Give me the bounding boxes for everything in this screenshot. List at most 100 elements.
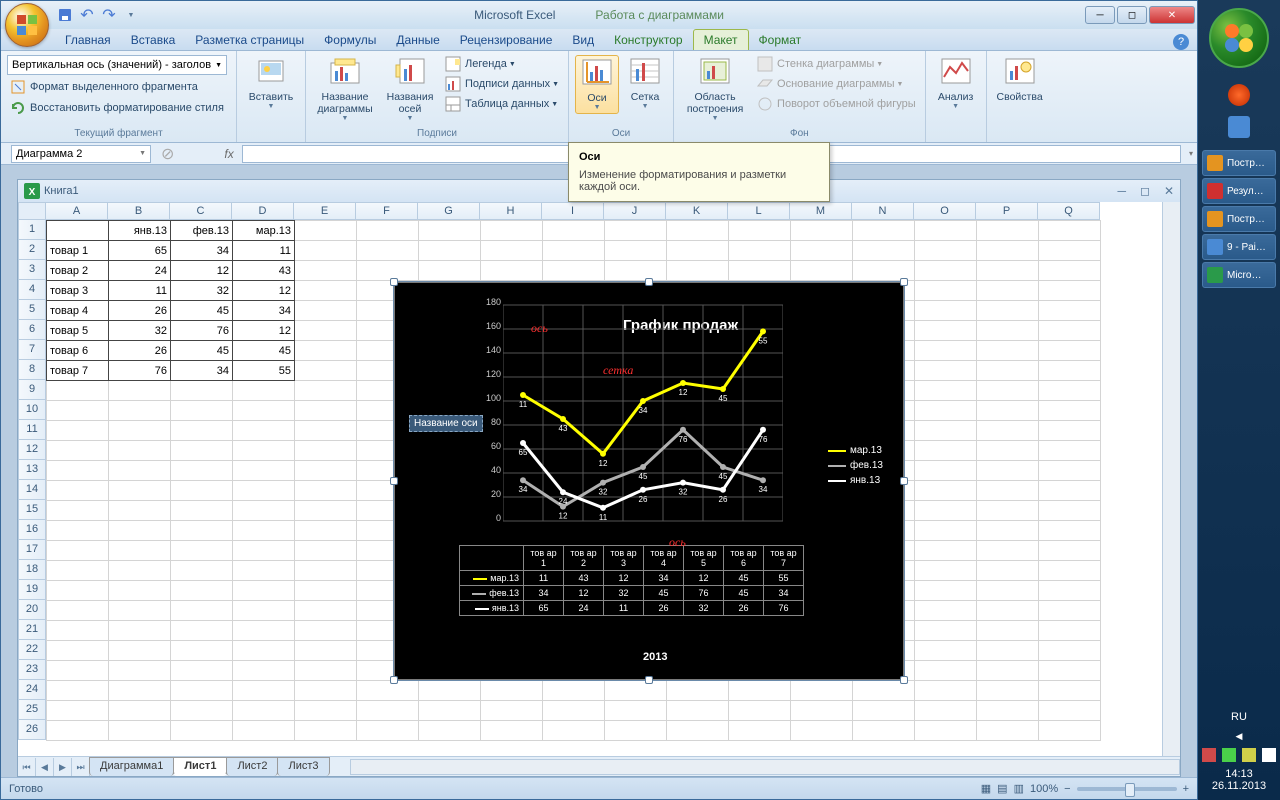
cell[interactable] xyxy=(233,541,295,561)
cell[interactable] xyxy=(605,701,667,721)
column-header[interactable]: G xyxy=(418,202,480,220)
cell[interactable]: 34 xyxy=(233,301,295,321)
cell[interactable] xyxy=(1039,221,1101,241)
cell[interactable] xyxy=(481,221,543,241)
legend-button[interactable]: Легенда ▼ xyxy=(442,55,562,73)
cell[interactable] xyxy=(233,621,295,641)
cell[interactable] xyxy=(543,721,605,741)
cell[interactable] xyxy=(295,401,357,421)
cell[interactable] xyxy=(171,441,233,461)
cell[interactable] xyxy=(47,381,109,401)
cell[interactable] xyxy=(171,621,233,641)
row-header[interactable]: 18 xyxy=(18,560,46,580)
plot-area[interactable]: 1143123412455534123245764534652411263226… xyxy=(503,301,783,541)
cell[interactable] xyxy=(47,701,109,721)
cell[interactable]: 12 xyxy=(171,261,233,281)
cell[interactable] xyxy=(171,681,233,701)
sheet-tab[interactable]: Диаграмма1 xyxy=(89,757,174,776)
cell[interactable] xyxy=(295,641,357,661)
cell[interactable]: товар 7 xyxy=(47,361,109,381)
cell[interactable] xyxy=(481,241,543,261)
tray-icon[interactable] xyxy=(1262,748,1276,762)
column-header[interactable]: B xyxy=(108,202,170,220)
cell[interactable] xyxy=(1039,441,1101,461)
cell[interactable] xyxy=(667,241,729,261)
cell[interactable] xyxy=(109,501,171,521)
qat-dropdown-icon[interactable]: ▼ xyxy=(121,5,141,25)
cell[interactable] xyxy=(47,461,109,481)
cell[interactable] xyxy=(295,581,357,601)
cell[interactable] xyxy=(1039,401,1101,421)
cell[interactable] xyxy=(853,261,915,281)
cell[interactable] xyxy=(977,721,1039,741)
cell[interactable] xyxy=(1039,721,1101,741)
cell[interactable] xyxy=(47,221,109,241)
row-header[interactable]: 1 xyxy=(18,220,46,240)
cell[interactable] xyxy=(1039,701,1101,721)
cell[interactable] xyxy=(233,661,295,681)
cell[interactable] xyxy=(915,481,977,501)
cell[interactable]: 12 xyxy=(233,281,295,301)
cell[interactable] xyxy=(605,721,667,741)
redo-icon[interactable]: ↷ xyxy=(99,5,119,25)
cell[interactable] xyxy=(109,681,171,701)
cell[interactable] xyxy=(171,501,233,521)
row-header[interactable]: 4 xyxy=(18,280,46,300)
cell[interactable] xyxy=(1039,481,1101,501)
cell[interactable] xyxy=(233,701,295,721)
cell[interactable] xyxy=(667,261,729,281)
cell[interactable] xyxy=(915,381,977,401)
cell[interactable]: 11 xyxy=(233,241,295,261)
cell[interactable] xyxy=(915,701,977,721)
cell[interactable] xyxy=(233,721,295,741)
cell[interactable] xyxy=(233,441,295,461)
cell[interactable] xyxy=(977,581,1039,601)
cell[interactable] xyxy=(171,721,233,741)
cell[interactable] xyxy=(1039,681,1101,701)
select-all-corner[interactable] xyxy=(18,202,46,220)
cell[interactable] xyxy=(915,401,977,421)
cell[interactable] xyxy=(295,301,357,321)
cell[interactable]: 24 xyxy=(109,261,171,281)
column-header[interactable]: N xyxy=(852,202,914,220)
zoom-in-icon[interactable]: + xyxy=(1183,783,1189,795)
cell[interactable] xyxy=(233,481,295,501)
quick-launch[interactable] xyxy=(1202,80,1276,110)
cell[interactable]: товар 5 xyxy=(47,321,109,341)
cell[interactable] xyxy=(419,221,481,241)
reset-style-button[interactable]: Восстановить форматирование стиля xyxy=(7,99,230,117)
row-header[interactable]: 6 xyxy=(18,320,46,340)
cell[interactable] xyxy=(915,561,977,581)
cell[interactable] xyxy=(543,701,605,721)
cell[interactable]: янв.13 xyxy=(109,221,171,241)
cell[interactable] xyxy=(977,621,1039,641)
language-indicator[interactable]: RU xyxy=(1202,711,1276,723)
cell[interactable] xyxy=(171,481,233,501)
cell[interactable] xyxy=(295,721,357,741)
cell[interactable] xyxy=(47,621,109,641)
cell[interactable] xyxy=(729,681,791,701)
format-selection-button[interactable]: Формат выделенного фрагмента xyxy=(7,78,230,96)
close-button[interactable]: ✕ xyxy=(1149,6,1195,24)
cell[interactable] xyxy=(915,721,977,741)
sheet-tab[interactable]: Лист3 xyxy=(277,757,329,776)
row-header[interactable]: 7 xyxy=(18,340,46,360)
column-header[interactable]: J xyxy=(604,202,666,220)
horizontal-scrollbar[interactable] xyxy=(350,759,1181,775)
column-header[interactable]: A xyxy=(46,202,108,220)
cell[interactable] xyxy=(1039,641,1101,661)
chart-element-selector[interactable]: Вертикальная ось (значений) - заголов▼ xyxy=(7,55,227,75)
cell[interactable] xyxy=(853,221,915,241)
cell[interactable] xyxy=(419,701,481,721)
row-header[interactable]: 16 xyxy=(18,520,46,540)
cell[interactable] xyxy=(853,241,915,261)
cell[interactable]: товар 3 xyxy=(47,281,109,301)
cell[interactable] xyxy=(729,261,791,281)
column-header[interactable]: F xyxy=(356,202,418,220)
sheet-nav-button[interactable]: ◀ xyxy=(36,758,54,776)
cell[interactable] xyxy=(481,701,543,721)
undo-icon[interactable]: ↶ xyxy=(77,5,97,25)
cell[interactable] xyxy=(109,441,171,461)
cell[interactable] xyxy=(977,421,1039,441)
cell[interactable] xyxy=(543,681,605,701)
